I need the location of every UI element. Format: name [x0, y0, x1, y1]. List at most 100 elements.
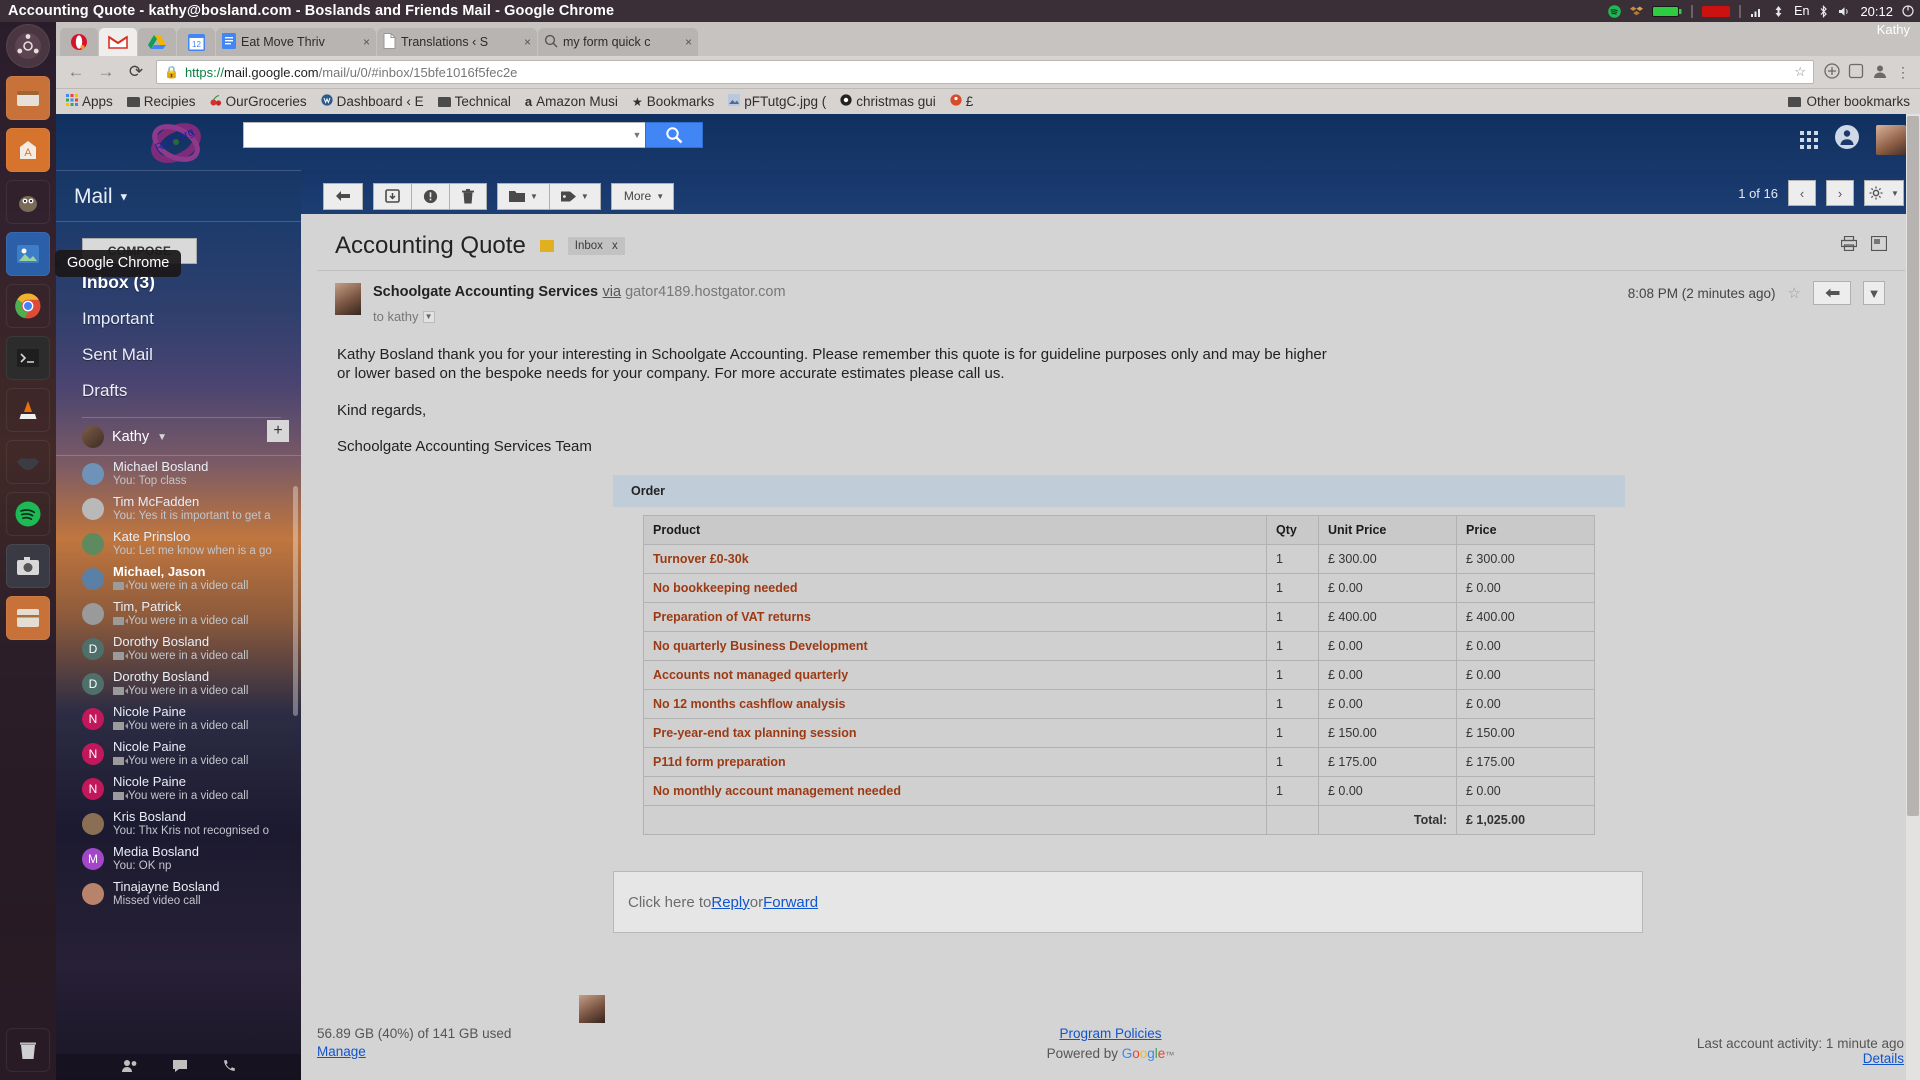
- toolbar-group-organize[interactable]: ▼ ▼: [497, 182, 601, 210]
- gmail-search-bar[interactable]: ▼: [243, 122, 703, 148]
- network-icon[interactable]: [1750, 5, 1763, 18]
- screenshot-icon[interactable]: [6, 544, 50, 588]
- gmail-header-actions[interactable]: [1800, 124, 1906, 155]
- chat-balloon-icon[interactable]: [172, 1059, 188, 1076]
- ubuntu-dash-icon[interactable]: [6, 24, 50, 68]
- reply-button[interactable]: [1813, 281, 1851, 305]
- scrollbar-thumb[interactable]: [1907, 116, 1919, 816]
- tab-drive[interactable]: [138, 28, 176, 56]
- activity-details-link[interactable]: Details: [1863, 1051, 1904, 1066]
- chat-contact-item[interactable]: M Media Bosland You: OK np: [56, 841, 301, 876]
- back-to-inbox-button[interactable]: [323, 182, 363, 210]
- page-scrollbar[interactable]: [1906, 114, 1920, 1080]
- other-bookmarks-button[interactable]: Other bookmarks: [1788, 94, 1910, 109]
- chat-footer-toolbar[interactable]: [56, 1054, 301, 1080]
- chat-contact-item[interactable]: D Dorothy Bosland You were in a video call: [56, 631, 301, 666]
- sender-name[interactable]: Schoolgate Accounting Services: [373, 284, 598, 300]
- contacts-icon[interactable]: [121, 1059, 138, 1075]
- close-icon[interactable]: ×: [363, 35, 370, 49]
- move-to-button[interactable]: ▼: [497, 182, 549, 210]
- notifications-icon[interactable]: [1834, 124, 1860, 155]
- open-in-new-window-icon[interactable]: [1870, 235, 1888, 256]
- software-center-icon[interactable]: A: [6, 128, 50, 172]
- gimp-icon[interactable]: [6, 180, 50, 224]
- tab-gmail[interactable]: [99, 28, 137, 56]
- label-chip-inbox[interactable]: Inbox x: [567, 237, 625, 255]
- chat-contact-item[interactable]: Tim McFadden You: Yes it is important to …: [56, 491, 301, 526]
- more-options-button[interactable]: ▼: [1863, 281, 1885, 305]
- forward-icon[interactable]: →: [96, 62, 116, 82]
- omnibox-actions[interactable]: ⋮: [1824, 62, 1910, 82]
- address-bar[interactable]: 🔒 https://mail.google.com/mail/u/0/#inbo…: [156, 60, 1814, 84]
- pager[interactable]: 1 of 16 ‹ › ▼: [1738, 180, 1904, 206]
- next-page-button[interactable]: ›: [1826, 180, 1854, 206]
- photo-app-icon[interactable]: [6, 232, 50, 276]
- tab-my-form-quick[interactable]: my form quick c ×: [538, 28, 698, 56]
- chrome-icon[interactable]: [6, 284, 50, 328]
- bookmark-amazon-music[interactable]: a Amazon Musi: [525, 94, 618, 109]
- bookmark-apps[interactable]: Apps: [66, 94, 113, 109]
- chevron-down-icon[interactable]: ▼: [422, 310, 435, 323]
- program-policies-link[interactable]: Program Policies: [1059, 1026, 1161, 1041]
- recipient-line[interactable]: to kathy ▼: [373, 309, 786, 324]
- mail-dropdown[interactable]: Mail ▼: [56, 170, 301, 222]
- battery-icon[interactable]: [1652, 5, 1682, 17]
- apps-launcher-icon[interactable]: [1800, 130, 1818, 149]
- settings-gear-button[interactable]: ▼: [1864, 180, 1904, 206]
- chat-contact-item[interactable]: N Nicole Paine You were in a video call: [56, 736, 301, 771]
- spotify-icon[interactable]: [1608, 4, 1621, 18]
- chat-contact-list[interactable]: Michael Bosland You: Top class Tim McFadde…: [56, 455, 301, 960]
- tab-calendar[interactable]: 12: [177, 28, 215, 56]
- bookmark-bookmarks[interactable]: ★ Bookmarks: [632, 94, 714, 109]
- chat-contact-item[interactable]: Kris Bosland You: Thx Kris not recognised…: [56, 806, 301, 841]
- extension-icon-2[interactable]: [1848, 63, 1864, 82]
- dropbox-icon[interactable]: [1630, 5, 1644, 18]
- launcher-bottom-group[interactable]: [0, 1028, 56, 1072]
- gmail-logo[interactable]: Ring.org: [128, 118, 224, 168]
- spotify-launcher-icon[interactable]: [6, 492, 50, 536]
- vlc-icon[interactable]: [6, 388, 50, 432]
- search-input[interactable]: [243, 122, 629, 148]
- close-icon[interactable]: x: [612, 240, 618, 252]
- star-icon[interactable]: ☆: [1788, 284, 1801, 302]
- chat-contact-item[interactable]: Tim, Patrick You were in a video call: [56, 596, 301, 631]
- archive-button[interactable]: [373, 182, 411, 210]
- extension-icon-1[interactable]: [1824, 62, 1840, 82]
- updates-icon[interactable]: [1772, 5, 1785, 18]
- profile-icon[interactable]: [1872, 63, 1888, 82]
- bookmark-pound[interactable]: £: [950, 94, 973, 109]
- tab-eat-move-thrive[interactable]: Eat Move Thriv ×: [216, 28, 376, 56]
- search-button[interactable]: [645, 122, 703, 148]
- chrome-menu-icon[interactable]: ⋮: [1896, 64, 1910, 81]
- keyboard-layout[interactable]: En: [1794, 4, 1809, 18]
- bookmark-dashboard[interactable]: Dashboard ‹ E: [320, 94, 424, 109]
- close-icon[interactable]: ×: [685, 35, 692, 49]
- back-icon[interactable]: ←: [66, 62, 86, 82]
- message-meta[interactable]: 8:08 PM (2 minutes ago) ☆ ▼: [1628, 281, 1885, 305]
- chat-scrollbar[interactable]: [293, 486, 298, 716]
- terminal-icon[interactable]: [6, 336, 50, 380]
- recording-indicator-icon[interactable]: [1702, 5, 1731, 17]
- bluetooth-icon[interactable]: [1818, 4, 1829, 18]
- email-actions[interactable]: [1840, 235, 1905, 256]
- chat-contact-item[interactable]: Michael, Jason You were in a video call: [56, 561, 301, 596]
- clock[interactable]: 20:12: [1860, 4, 1893, 19]
- bookmark-ourgroceries[interactable]: OurGroceries: [210, 94, 307, 109]
- bookmark-pftutgc[interactable]: pFTutgC.jpg (: [728, 94, 826, 109]
- print-icon[interactable]: [1840, 235, 1858, 256]
- chat-contact-item[interactable]: D Dorothy Bosland You were in a video call: [56, 666, 301, 701]
- bookmark-technical[interactable]: Technical: [437, 94, 511, 109]
- bat-app-icon[interactable]: [6, 440, 50, 484]
- chat-contact-item[interactable]: N Nicole Paine You were in a video call: [56, 701, 301, 736]
- gmail-sidebar[interactable]: Mail ▼ COMPOSE Inbox (3) Important Sent …: [56, 170, 301, 1080]
- tab-opera[interactable]: [60, 28, 98, 56]
- volume-icon[interactable]: [1838, 5, 1851, 18]
- label-flag-icon[interactable]: [539, 240, 554, 252]
- report-spam-button[interactable]: [411, 182, 449, 210]
- reply-forward-box[interactable]: Click here to Reply or Forward: [613, 871, 1643, 933]
- toolbar-group-actions[interactable]: [373, 182, 487, 210]
- close-icon[interactable]: ×: [524, 35, 531, 49]
- power-icon[interactable]: [1902, 5, 1914, 17]
- labels-button[interactable]: ▼: [548, 182, 601, 210]
- manage-storage-link[interactable]: Manage: [317, 1044, 511, 1059]
